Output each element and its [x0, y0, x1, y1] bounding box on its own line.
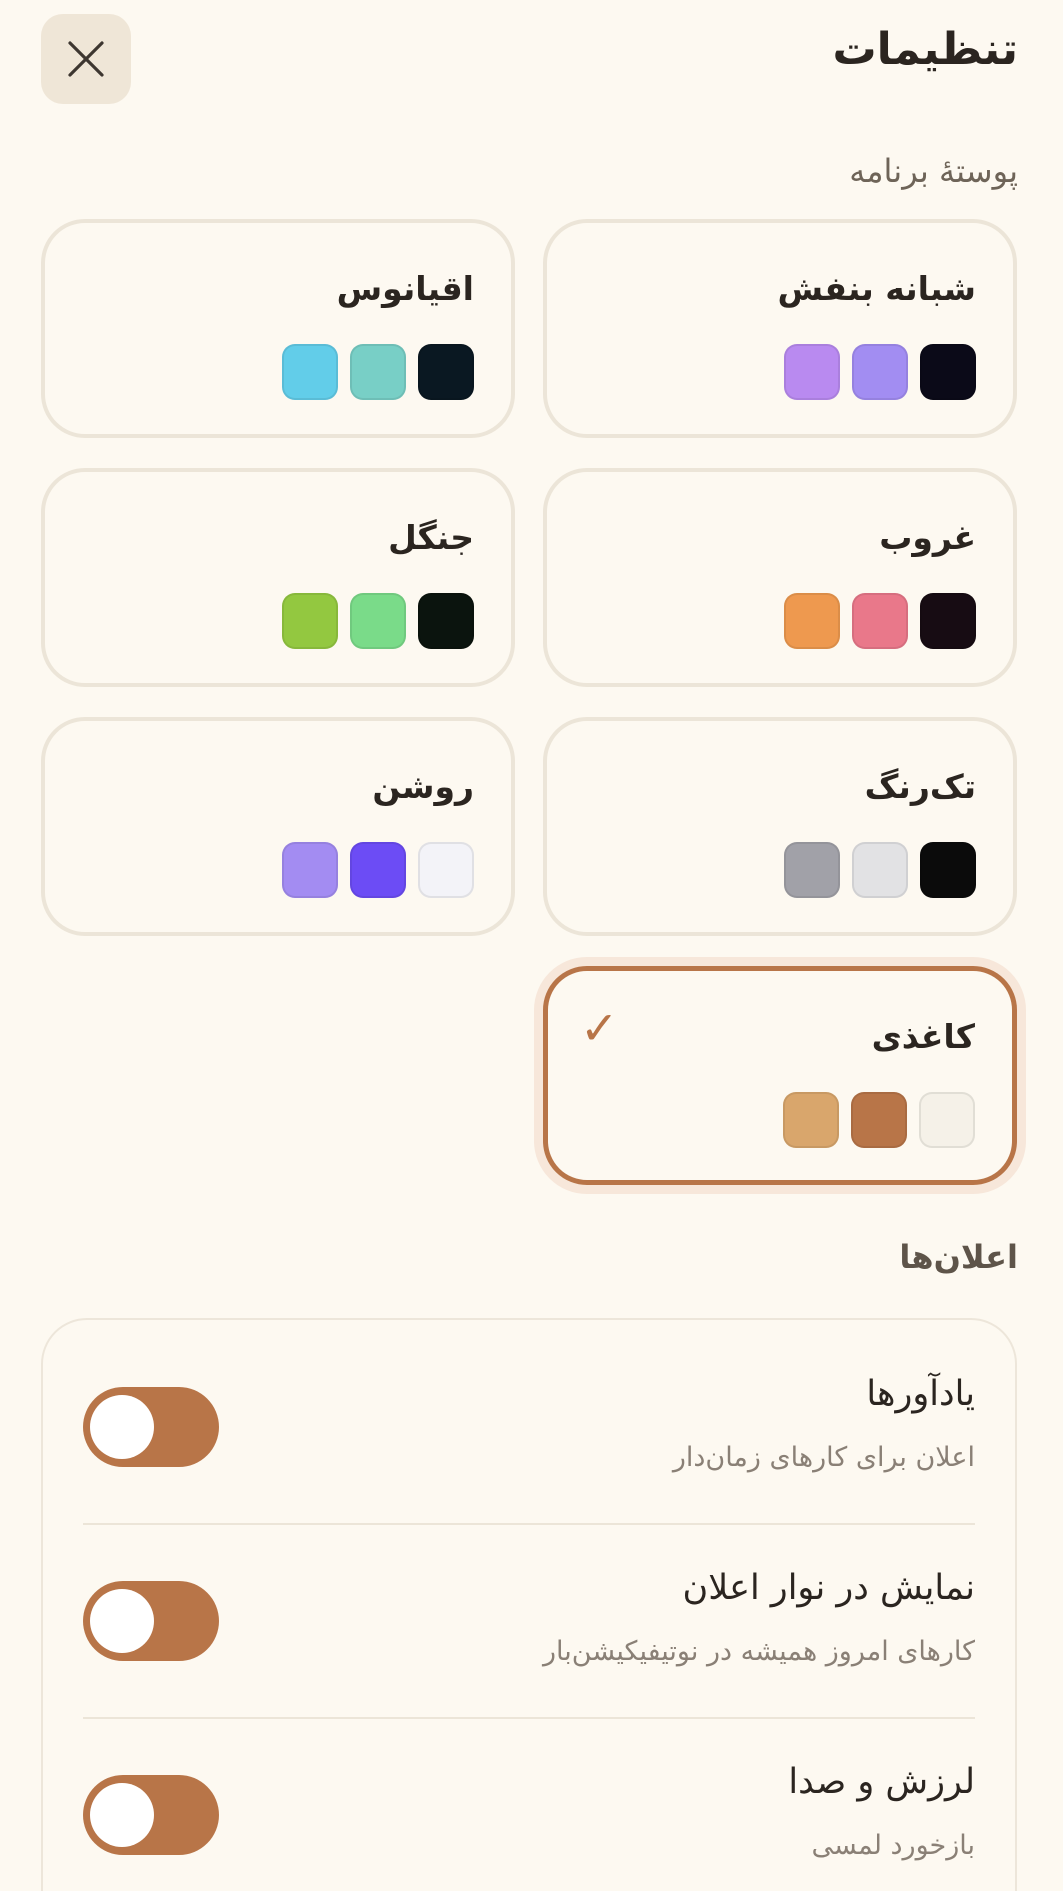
notification-subtitle: کارهای امروز همیشه در نوتیفیکیشن‌بار — [542, 1636, 975, 1667]
color-swatch — [852, 593, 908, 649]
color-swatch — [920, 842, 976, 898]
skin-section-label: پوستهٔ برنامه — [849, 152, 1018, 190]
notification-row-vibration: لرزش و صدا بازخورد لمسی — [43, 1708, 1015, 1891]
color-swatch — [784, 344, 840, 400]
theme-swatches — [282, 593, 474, 649]
notifications-section-label: اعلان‌ها — [899, 1238, 1018, 1276]
color-swatch — [851, 1092, 907, 1148]
notification-subtitle: بازخورد لمسی — [811, 1830, 976, 1861]
color-swatch — [852, 344, 908, 400]
toggle-knob — [90, 1783, 154, 1847]
color-swatch — [418, 593, 474, 649]
theme-card-ocean[interactable]: اقیانوس — [41, 219, 515, 438]
notification-subtitle: اعلان برای کارهای زمان‌دار — [672, 1442, 975, 1473]
color-swatch — [920, 344, 976, 400]
color-swatch — [282, 593, 338, 649]
theme-name: تک‌رنگ — [864, 767, 976, 806]
color-swatch — [852, 842, 908, 898]
page-title: تنظیمات — [832, 24, 1018, 75]
theme-card-purple-night[interactable]: شبانه بنفش — [543, 219, 1017, 438]
check-icon: ✓ — [580, 1001, 619, 1055]
theme-name: جنگل — [388, 518, 474, 557]
theme-name: روشن — [372, 767, 474, 806]
theme-card-monochrome[interactable]: تک‌رنگ — [543, 717, 1017, 936]
theme-swatches — [784, 842, 976, 898]
theme-name: شبانه بنفش — [777, 269, 976, 308]
notification-title: لرزش و صدا — [788, 1762, 975, 1802]
notification-row-reminders: یادآورها اعلان برای کارهای زمان‌دار — [43, 1320, 1015, 1513]
theme-card-light[interactable]: روشن — [41, 717, 515, 936]
color-swatch — [920, 593, 976, 649]
status-bar-toggle[interactable] — [83, 1581, 219, 1661]
theme-swatches — [282, 842, 474, 898]
notifications-panel: یادآورها اعلان برای کارهای زمان‌دار نمای… — [41, 1318, 1017, 1891]
close-button[interactable] — [41, 14, 131, 104]
toggle-knob — [90, 1589, 154, 1653]
color-swatch — [282, 344, 338, 400]
theme-swatches — [784, 344, 976, 400]
close-icon — [68, 41, 104, 77]
color-swatch — [350, 842, 406, 898]
toggle-knob — [90, 1395, 154, 1459]
color-swatch — [783, 1092, 839, 1148]
color-swatch — [418, 842, 474, 898]
settings-page: تنظیمات پوستهٔ برنامه شبانه بنفش اقیانوس… — [0, 0, 1063, 1891]
theme-card-sunset[interactable]: غروب — [543, 468, 1017, 687]
vibration-toggle[interactable] — [83, 1775, 219, 1855]
color-swatch — [282, 842, 338, 898]
color-swatch — [350, 593, 406, 649]
color-swatch — [784, 842, 840, 898]
notification-title: یادآورها — [866, 1374, 975, 1414]
color-swatch — [784, 593, 840, 649]
reminders-toggle[interactable] — [83, 1387, 219, 1467]
theme-name: غروب — [879, 518, 976, 557]
theme-card-paper[interactable]: کاغذی ✓ — [543, 966, 1017, 1185]
theme-swatches — [282, 344, 474, 400]
color-swatch — [418, 344, 474, 400]
notification-title: نمایش در نوار اعلان — [682, 1568, 975, 1608]
color-swatch — [919, 1092, 975, 1148]
theme-name: اقیانوس — [336, 269, 474, 308]
notification-row-status-bar: نمایش در نوار اعلان کارهای امروز همیشه د… — [43, 1514, 1015, 1707]
color-swatch — [350, 344, 406, 400]
theme-name: کاغذی — [871, 1017, 975, 1056]
theme-card-forest[interactable]: جنگل — [41, 468, 515, 687]
theme-swatches — [783, 1092, 975, 1148]
theme-swatches — [784, 593, 976, 649]
